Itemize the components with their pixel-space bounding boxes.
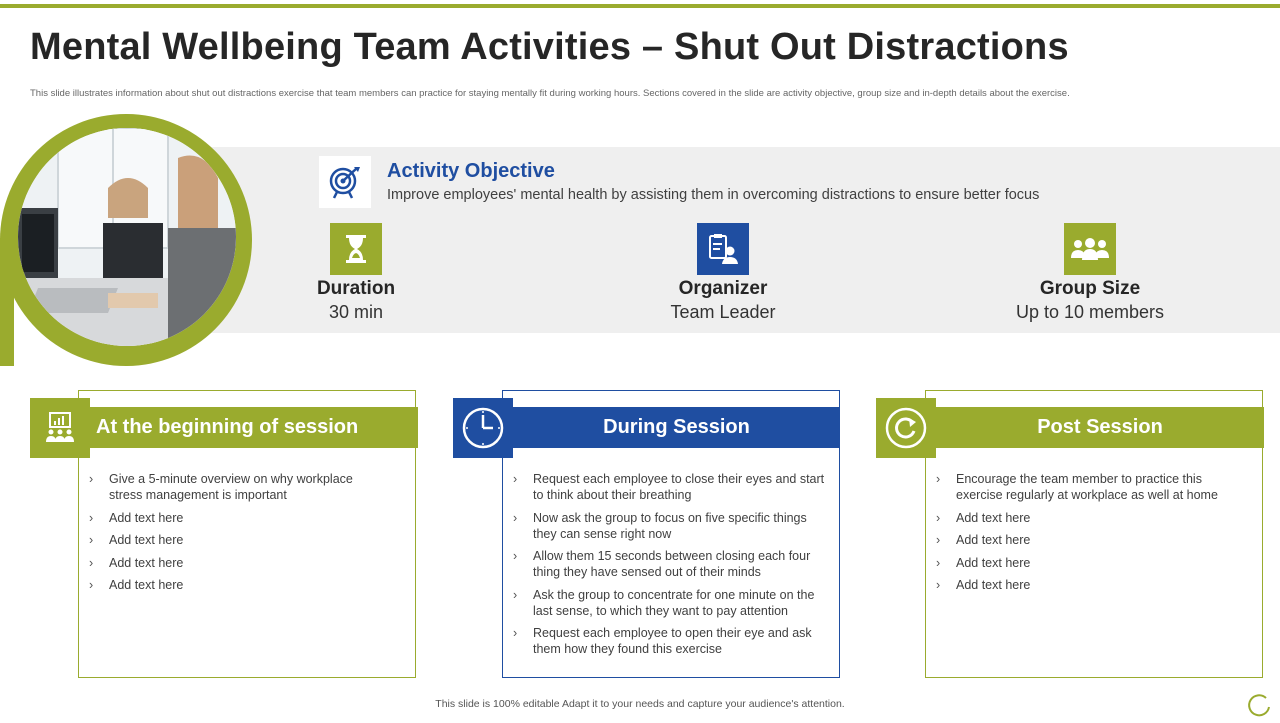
- list-item: Add text here: [936, 510, 1246, 526]
- group-icon: [1064, 223, 1116, 275]
- stat-label: Duration: [316, 278, 396, 299]
- stat-value: 30 min: [328, 302, 384, 322]
- presentation-audience-icon: [30, 398, 90, 458]
- target-icon: [319, 156, 371, 208]
- objective-text: Improve employees' mental health by assi…: [387, 187, 1040, 203]
- refresh-icon: [876, 398, 936, 458]
- stat-duration: Duration 30 min: [241, 223, 471, 324]
- list-item: Add text here: [89, 555, 389, 571]
- clipboard-person-icon: [697, 223, 749, 275]
- list-item: Add text here: [936, 577, 1246, 593]
- stat-label: Organizer: [678, 278, 768, 299]
- card-title: At the beginning of session: [90, 407, 418, 448]
- photo-ring-tail: [0, 238, 14, 366]
- card-list: Encourage the team member to practice th…: [936, 471, 1246, 600]
- office-photo: [18, 128, 236, 346]
- stat-label: Group Size: [1039, 278, 1141, 299]
- stat-value: Up to 10 members: [1015, 302, 1165, 322]
- list-item: Allow them 15 seconds between closing ea…: [513, 548, 833, 580]
- hourglass-icon: [330, 223, 382, 275]
- list-item: Encourage the team member to practice th…: [936, 471, 1246, 503]
- stat-value: Team Leader: [670, 302, 776, 322]
- list-item: Request each employee to close their eye…: [513, 471, 833, 503]
- stat-organizer: Organizer Team Leader: [608, 223, 838, 324]
- list-item: Ask the group to concentrate for one min…: [513, 587, 833, 619]
- corner-logo-icon: [1246, 692, 1272, 718]
- card-title: During Session: [513, 407, 840, 448]
- list-item: Add text here: [89, 510, 389, 526]
- list-item: Add text here: [936, 532, 1246, 548]
- list-item: Add text here: [936, 555, 1246, 571]
- card-list: Request each employee to close their eye…: [513, 471, 833, 664]
- clock-icon: [453, 398, 513, 458]
- slide-title: Mental Wellbeing Team Activities – Shut …: [30, 26, 1069, 68]
- card-title: Post Session: [936, 407, 1264, 448]
- slide-subtitle: This slide illustrates information about…: [30, 88, 1070, 99]
- card-list: Give a 5-minute overview on why workplac…: [89, 471, 389, 600]
- list-item: Now ask the group to focus on five speci…: [513, 510, 833, 542]
- list-item: Add text here: [89, 532, 389, 548]
- list-item: Request each employee to open their eye …: [513, 625, 833, 657]
- stat-group-size: Group Size Up to 10 members: [975, 223, 1205, 324]
- objective-title: Activity Objective: [387, 160, 555, 182]
- top-accent-rule: [0, 4, 1280, 8]
- list-item: Add text here: [89, 577, 389, 593]
- slide-footer: This slide is 100% editable Adapt it to …: [435, 698, 845, 710]
- list-item: Give a 5-minute overview on why workplac…: [89, 471, 389, 503]
